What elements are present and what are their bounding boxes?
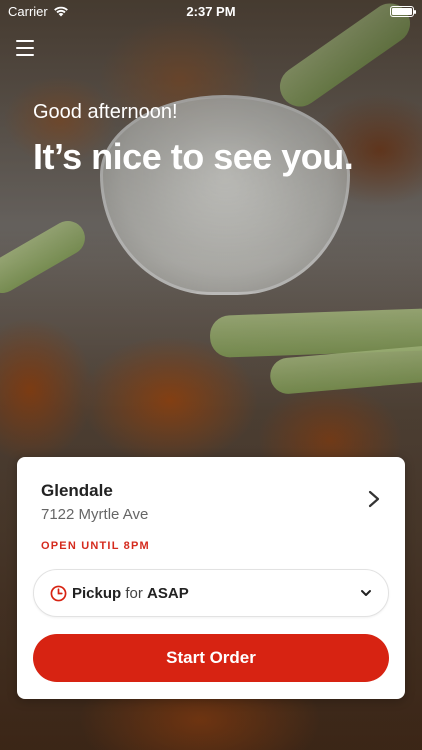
chevron-down-icon bbox=[361, 590, 371, 596]
location-name[interactable]: Glendale bbox=[41, 481, 113, 501]
location-address: 7122 Myrtle Ave bbox=[41, 506, 149, 523]
order-mode-select[interactable]: Pickup for ASAP bbox=[33, 569, 389, 617]
battery-icon bbox=[390, 5, 416, 17]
status-bar: Carrier 2:37 PM bbox=[0, 0, 422, 22]
hamburger-menu-icon[interactable] bbox=[16, 40, 34, 56]
status-time: 2:37 PM bbox=[186, 3, 236, 19]
location-hours: OPEN UNTIL 8PM bbox=[41, 540, 150, 552]
order-mode-text: Pickup for ASAP bbox=[72, 585, 189, 602]
order-connector: for bbox=[125, 584, 143, 602]
clock-icon bbox=[50, 585, 67, 601]
chevron-right-icon[interactable] bbox=[367, 490, 381, 508]
location-card: Glendale 7122 Myrtle Ave OPEN UNTIL 8PM … bbox=[17, 457, 405, 699]
start-order-button[interactable]: Start Order bbox=[33, 634, 389, 682]
greeting-text: Good afternoon! bbox=[33, 101, 178, 123]
headline-text: It’s nice to see you. bbox=[33, 136, 354, 177]
order-time: ASAP bbox=[147, 584, 189, 602]
order-method: Pickup bbox=[72, 584, 122, 602]
